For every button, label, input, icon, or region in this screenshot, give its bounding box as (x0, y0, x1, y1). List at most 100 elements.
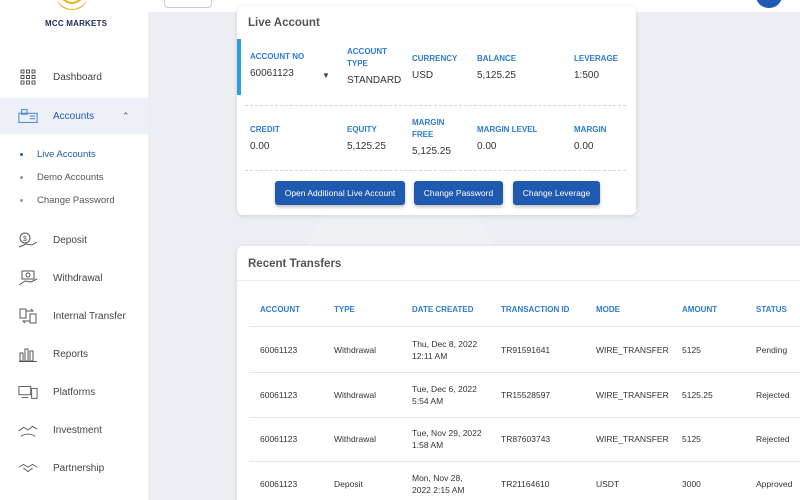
column-header-transaction-id[interactable]: TRANSACTION ID (501, 305, 569, 314)
deposit-icon: $ (18, 230, 38, 250)
sidebar-item-accounts[interactable]: Accounts ⌃ (0, 98, 148, 134)
sidebar-item-partnership[interactable]: Partnership (0, 450, 148, 486)
field-label: EQUITY (347, 125, 377, 134)
logo-mark-icon (56, 0, 88, 10)
chevron-up-icon[interactable]: ⌃ (122, 111, 130, 122)
divider (245, 170, 626, 171)
cell-amount: 5125 (682, 345, 701, 355)
account-type-field: ACCOUNT TYPE STANDARD (347, 46, 402, 86)
bullet-icon (20, 175, 23, 179)
transfer-icon (18, 306, 38, 326)
active-indicator (237, 39, 241, 95)
sidebar-item-reports[interactable]: Reports (0, 336, 148, 372)
cell-amount: 3000 (682, 479, 701, 489)
sidebar-item-dashboard[interactable]: Dashboard (0, 59, 148, 95)
column-header-type[interactable]: TYPE (334, 305, 355, 314)
field-label: MARGIN FREE (412, 118, 445, 139)
open-additional-live-account-button[interactable]: Open Additional Live Account (275, 181, 405, 205)
sidebar-subitem-demo-accounts[interactable]: Demo Accounts (0, 167, 148, 187)
cell-mode: WIRE_TRANSFER (596, 390, 669, 400)
sidebar: MCC MARKETS Dashboard Accounts ⌃ Live Ac… (0, 0, 148, 500)
partnership-icon (18, 458, 38, 478)
cell-status: Rejected (756, 390, 790, 400)
sidebar-item-internal-transfer[interactable]: Internal Transfer (0, 298, 148, 334)
field-value: 5,125.25 (412, 146, 451, 157)
field-value: 1:500 (574, 70, 600, 81)
sidebar-item-label: Accounts (53, 110, 95, 122)
recent-transfers-card: Recent Transfers ACCOUNT TYPE DATE CREAT… (237, 246, 800, 500)
cell-status: Approved (756, 479, 793, 489)
live-account-title: Live Account (248, 17, 320, 29)
cell-account: 60061123 (260, 345, 298, 355)
field-value: 0.00 (250, 141, 270, 152)
sidebar-item-investment[interactable]: Investment (0, 412, 148, 448)
change-leverage-button[interactable]: Change Leverage (513, 181, 600, 205)
column-header-date-created[interactable]: DATE CREATED (412, 305, 473, 314)
investment-icon (18, 420, 38, 440)
credit-field: CREDIT 0.00 (250, 124, 280, 152)
accounts-icon (18, 106, 38, 126)
field-value: 60061123 (250, 68, 294, 79)
equity-field: EQUITY 5,125.25 (347, 124, 386, 152)
cell-mode: USDT (596, 479, 620, 489)
header-divider (249, 326, 800, 327)
cell-date-line1: Tue, Nov 29, 2022 (412, 428, 482, 438)
menu-toggle-button[interactable] (164, 0, 212, 8)
brand-logo[interactable]: MCC MARKETS (40, 0, 110, 32)
withdrawal-icon (18, 268, 38, 288)
cell-amount: 5125.25 (682, 390, 713, 400)
cell-transaction-id: TR91591641 (501, 345, 551, 355)
field-label: CURRENCY (412, 54, 458, 63)
column-header-status[interactable]: STATUS (756, 305, 787, 314)
cell-date-line1: Mon, Nov 28, (412, 473, 463, 483)
row-divider (249, 417, 800, 418)
sidebar-subitem-change-password[interactable]: Change Password (0, 190, 148, 210)
cell-date-line1: Thu, Dec 8, 2022 (412, 339, 478, 349)
brand-name: MCC MARKETS (45, 19, 108, 28)
cell-date-line2: 5:54 AM (412, 396, 444, 406)
cell-transaction-id: TR87603743 (501, 434, 551, 444)
recent-transfers-title: Recent Transfers (248, 258, 342, 270)
sidebar-item-withdrawal[interactable]: Withdrawal (0, 260, 148, 296)
field-label: BALANCE (477, 54, 517, 63)
dashboard-grid-icon (18, 67, 38, 87)
caret-down-icon[interactable]: ▼ (322, 71, 330, 80)
sidebar-item-label: Withdrawal (53, 272, 103, 284)
sidebar-subitem-live-accounts[interactable]: Live Accounts (0, 144, 148, 164)
row-divider (249, 461, 800, 462)
margin-level-field: MARGIN LEVEL 0.00 (477, 124, 537, 152)
account-no-field[interactable]: ACCOUNT NO 60061123 (250, 51, 304, 79)
sidebar-item-platforms[interactable]: Platforms (0, 374, 148, 410)
cell-account: 60061123 (260, 390, 298, 400)
sidebar-item-deposit[interactable]: $ Deposit (0, 222, 148, 258)
sidebar-item-label: Internal Transfer (53, 310, 126, 322)
sidebar-subitem-label: Live Accounts (37, 148, 96, 160)
divider (237, 280, 800, 281)
column-header-mode[interactable]: MODE (596, 305, 620, 314)
cell-date-line1: Tue, Dec 6, 2022 (412, 384, 477, 394)
sidebar-subitem-label: Demo Accounts (37, 171, 104, 183)
divider (245, 105, 626, 106)
margin-free-field: MARGIN FREE 5,125.25 (412, 117, 452, 157)
field-value: STANDARD (347, 75, 402, 86)
cell-status: Rejected (756, 434, 790, 444)
sidebar-item-label: Investment (53, 424, 102, 436)
row-divider (249, 372, 800, 373)
sidebar-item-label: Reports (53, 348, 89, 360)
cell-mode: WIRE_TRANSFER (596, 434, 669, 444)
svg-text:$: $ (23, 236, 27, 243)
column-header-account[interactable]: ACCOUNT (260, 305, 300, 314)
cell-transaction-id: TR15528597 (501, 390, 551, 400)
cell-type: Withdrawal (334, 390, 377, 400)
leverage-field: LEVERAGE 1:500 (574, 53, 618, 81)
field-value: 5,125.25 (347, 141, 386, 152)
bullet-icon (20, 152, 23, 156)
sidebar-item-label: Dashboard (53, 71, 102, 83)
change-password-button[interactable]: Change Password (414, 181, 503, 205)
sidebar-item-label: Platforms (53, 386, 96, 398)
field-value: 0.00 (574, 141, 594, 152)
currency-field: CURRENCY USD (412, 53, 457, 81)
field-label: LEVERAGE (574, 54, 619, 63)
column-header-amount[interactable]: AMOUNT (682, 305, 717, 314)
margin-field: MARGIN 0.00 (574, 124, 606, 152)
